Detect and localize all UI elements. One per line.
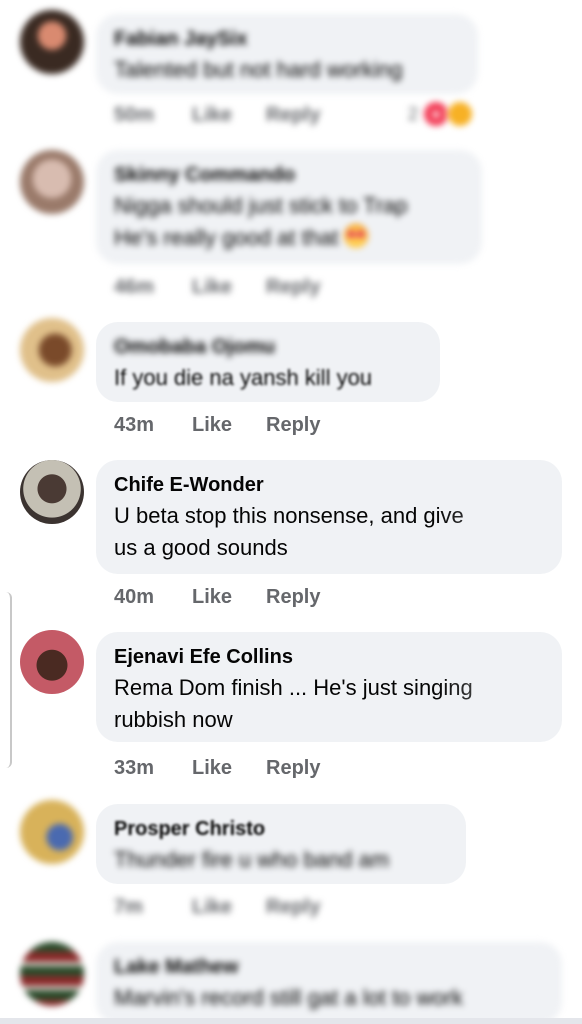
commenter-name[interactable]: Ejenavi Efe Collins — [114, 644, 544, 670]
comment-text: U beta stop this nonsense, and give us a… — [114, 500, 544, 564]
comment-actions: 7m Like Reply — [114, 896, 320, 919]
comment-line: Nigga should just stick to Trap — [114, 193, 408, 218]
like-button[interactable]: Like — [192, 414, 266, 437]
comment-line: rubbish now — [114, 707, 233, 732]
reaction-summary[interactable]: 2 ♥ — [408, 100, 474, 128]
comment-bubble: Ejenavi Efe Collins Rema Dom finish ... … — [96, 632, 562, 742]
comment-text: Nigga should just stick to Trap He's rea… — [114, 190, 464, 254]
commenter-name[interactable]: Skinny Commando — [114, 162, 464, 188]
comment-timestamp: 43m — [114, 414, 155, 436]
avatar[interactable] — [20, 800, 84, 864]
commenter-name[interactable]: Omobaba Ojomu — [114, 334, 422, 360]
comment-actions: 43m Like Reply — [114, 414, 320, 437]
avatar[interactable] — [20, 630, 84, 694]
commenter-name[interactable]: Chife E-Wonder — [114, 472, 544, 498]
comment-actions: 40m Like Reply — [114, 586, 320, 609]
avatar[interactable] — [20, 10, 84, 74]
comment-bubble: Prosper Christo Thunder fire u who band … — [96, 804, 466, 884]
comment-bubble: Omobaba Ojomu If you die na yansh kill y… — [96, 322, 440, 402]
comment-text: Talented but not hard working — [114, 57, 403, 82]
comment-text: Rema Dom finish ... He's just singing ru… — [114, 672, 544, 736]
reply-button[interactable]: Reply — [266, 896, 320, 919]
haha-reaction-icon — [446, 100, 474, 128]
comment-bubble: Chife E-Wonder U beta stop this nonsense… — [96, 460, 562, 574]
comment-bubble: Skinny Commando Nigga should just stick … — [96, 150, 482, 264]
comment-line: us a good sounds — [114, 535, 288, 560]
avatar[interactable] — [20, 460, 84, 524]
scroll-edge-indicator — [0, 592, 12, 768]
avatar[interactable] — [20, 942, 84, 1006]
comment-line: Rema Dom finish ... He's just singing — [114, 675, 473, 700]
commenter-name[interactable]: Prosper Christo — [114, 816, 448, 842]
reaction-count: 2 — [407, 103, 418, 124]
comment-text: If you die na yansh kill you — [114, 365, 373, 390]
comment-line: He's really good at that — [114, 222, 464, 254]
comment-text: Thunder fire u who band am — [114, 847, 390, 872]
avatar[interactable] — [20, 318, 84, 382]
comment-line: U beta stop this nonsense, and give — [114, 503, 464, 528]
reply-button[interactable]: Reply — [266, 104, 320, 127]
reply-button[interactable]: Reply — [266, 586, 320, 609]
like-button[interactable]: Like — [192, 757, 266, 780]
comment-actions: 33m Like Reply — [114, 757, 320, 780]
reply-button[interactable]: Reply — [266, 414, 320, 437]
like-button[interactable]: Like — [192, 586, 266, 609]
like-button[interactable]: Like — [192, 104, 266, 127]
comment-text: Marvin's record still gat a lot to work — [114, 985, 463, 1010]
comment-timestamp: 7m — [114, 896, 143, 918]
like-button[interactable]: Like — [192, 276, 266, 299]
comment-bubble: Lake Mathew Marvin's record still gat a … — [96, 942, 562, 1024]
bottom-edge — [0, 1018, 582, 1024]
reply-button[interactable]: Reply — [266, 757, 320, 780]
comment-timestamp: 46m — [114, 276, 155, 298]
heart-eyes-emoji-icon — [344, 224, 369, 248]
comment-timestamp: 40m — [114, 586, 155, 608]
comment-bubble: Fabian JaySix Talented but not hard work… — [96, 14, 478, 94]
comment-actions: 46m Like Reply — [114, 276, 320, 299]
reply-button[interactable]: Reply — [266, 276, 320, 299]
comment-timestamp: 33m — [114, 757, 155, 779]
commenter-name[interactable]: Fabian JaySix — [114, 26, 460, 52]
avatar[interactable] — [20, 150, 84, 214]
commenter-name[interactable]: Lake Mathew — [114, 954, 544, 980]
like-button[interactable]: Like — [192, 896, 266, 919]
comment-actions: 50m Like Reply — [114, 104, 320, 127]
comment-timestamp: 50m — [114, 104, 155, 126]
